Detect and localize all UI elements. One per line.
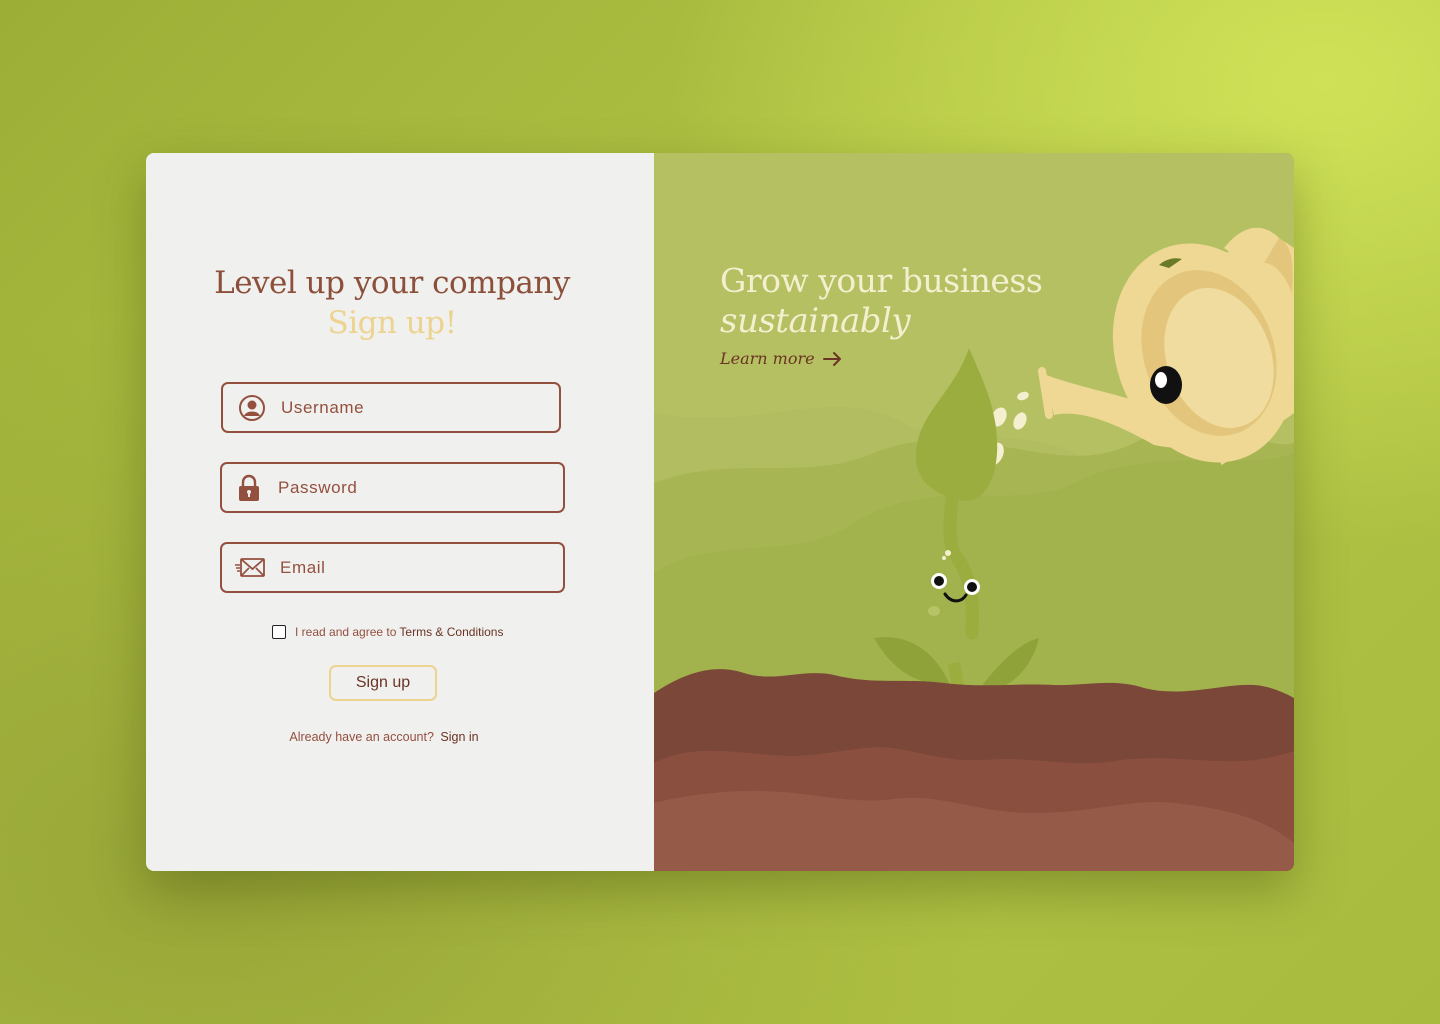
password-field[interactable] — [220, 462, 565, 513]
lock-icon — [234, 473, 264, 503]
terms-link[interactable]: Terms & Conditions — [399, 625, 503, 639]
user-circle-icon — [237, 393, 267, 423]
arrow-right-icon — [822, 351, 841, 366]
email-field[interactable] — [220, 542, 565, 593]
promo-panel: Grow your business sustainably Learn mor… — [654, 153, 1294, 871]
terms-checkbox[interactable] — [272, 625, 286, 639]
promo-subtitle: sustainably — [720, 301, 911, 341]
form-heading: Level up your company — [214, 265, 570, 301]
learn-more-link[interactable]: Learn more — [720, 349, 843, 368]
signin-prompt: Already have an account? Sign in — [146, 730, 622, 744]
signup-card: Level up your company Sign up! Username … — [146, 153, 1294, 871]
promo-title: Grow your business — [720, 261, 1043, 300]
email-input[interactable] — [278, 546, 563, 589]
already-text: Already have an account? — [289, 730, 434, 744]
envelope-icon — [234, 553, 266, 583]
form-subheading: Sign up! — [327, 305, 457, 341]
username-field[interactable] — [221, 382, 561, 433]
agree-text: I read and agree to — [295, 625, 397, 639]
password-input[interactable] — [276, 466, 563, 509]
signin-link[interactable]: Sign in — [440, 730, 478, 744]
terms-agreement[interactable]: I read and agree to Terms & Conditions — [272, 625, 503, 639]
signup-panel: Level up your company Sign up! Username … — [146, 153, 654, 871]
learn-more-label: Learn more — [720, 349, 815, 368]
username-input[interactable] — [279, 386, 559, 429]
signup-button[interactable]: Sign up — [329, 665, 437, 701]
